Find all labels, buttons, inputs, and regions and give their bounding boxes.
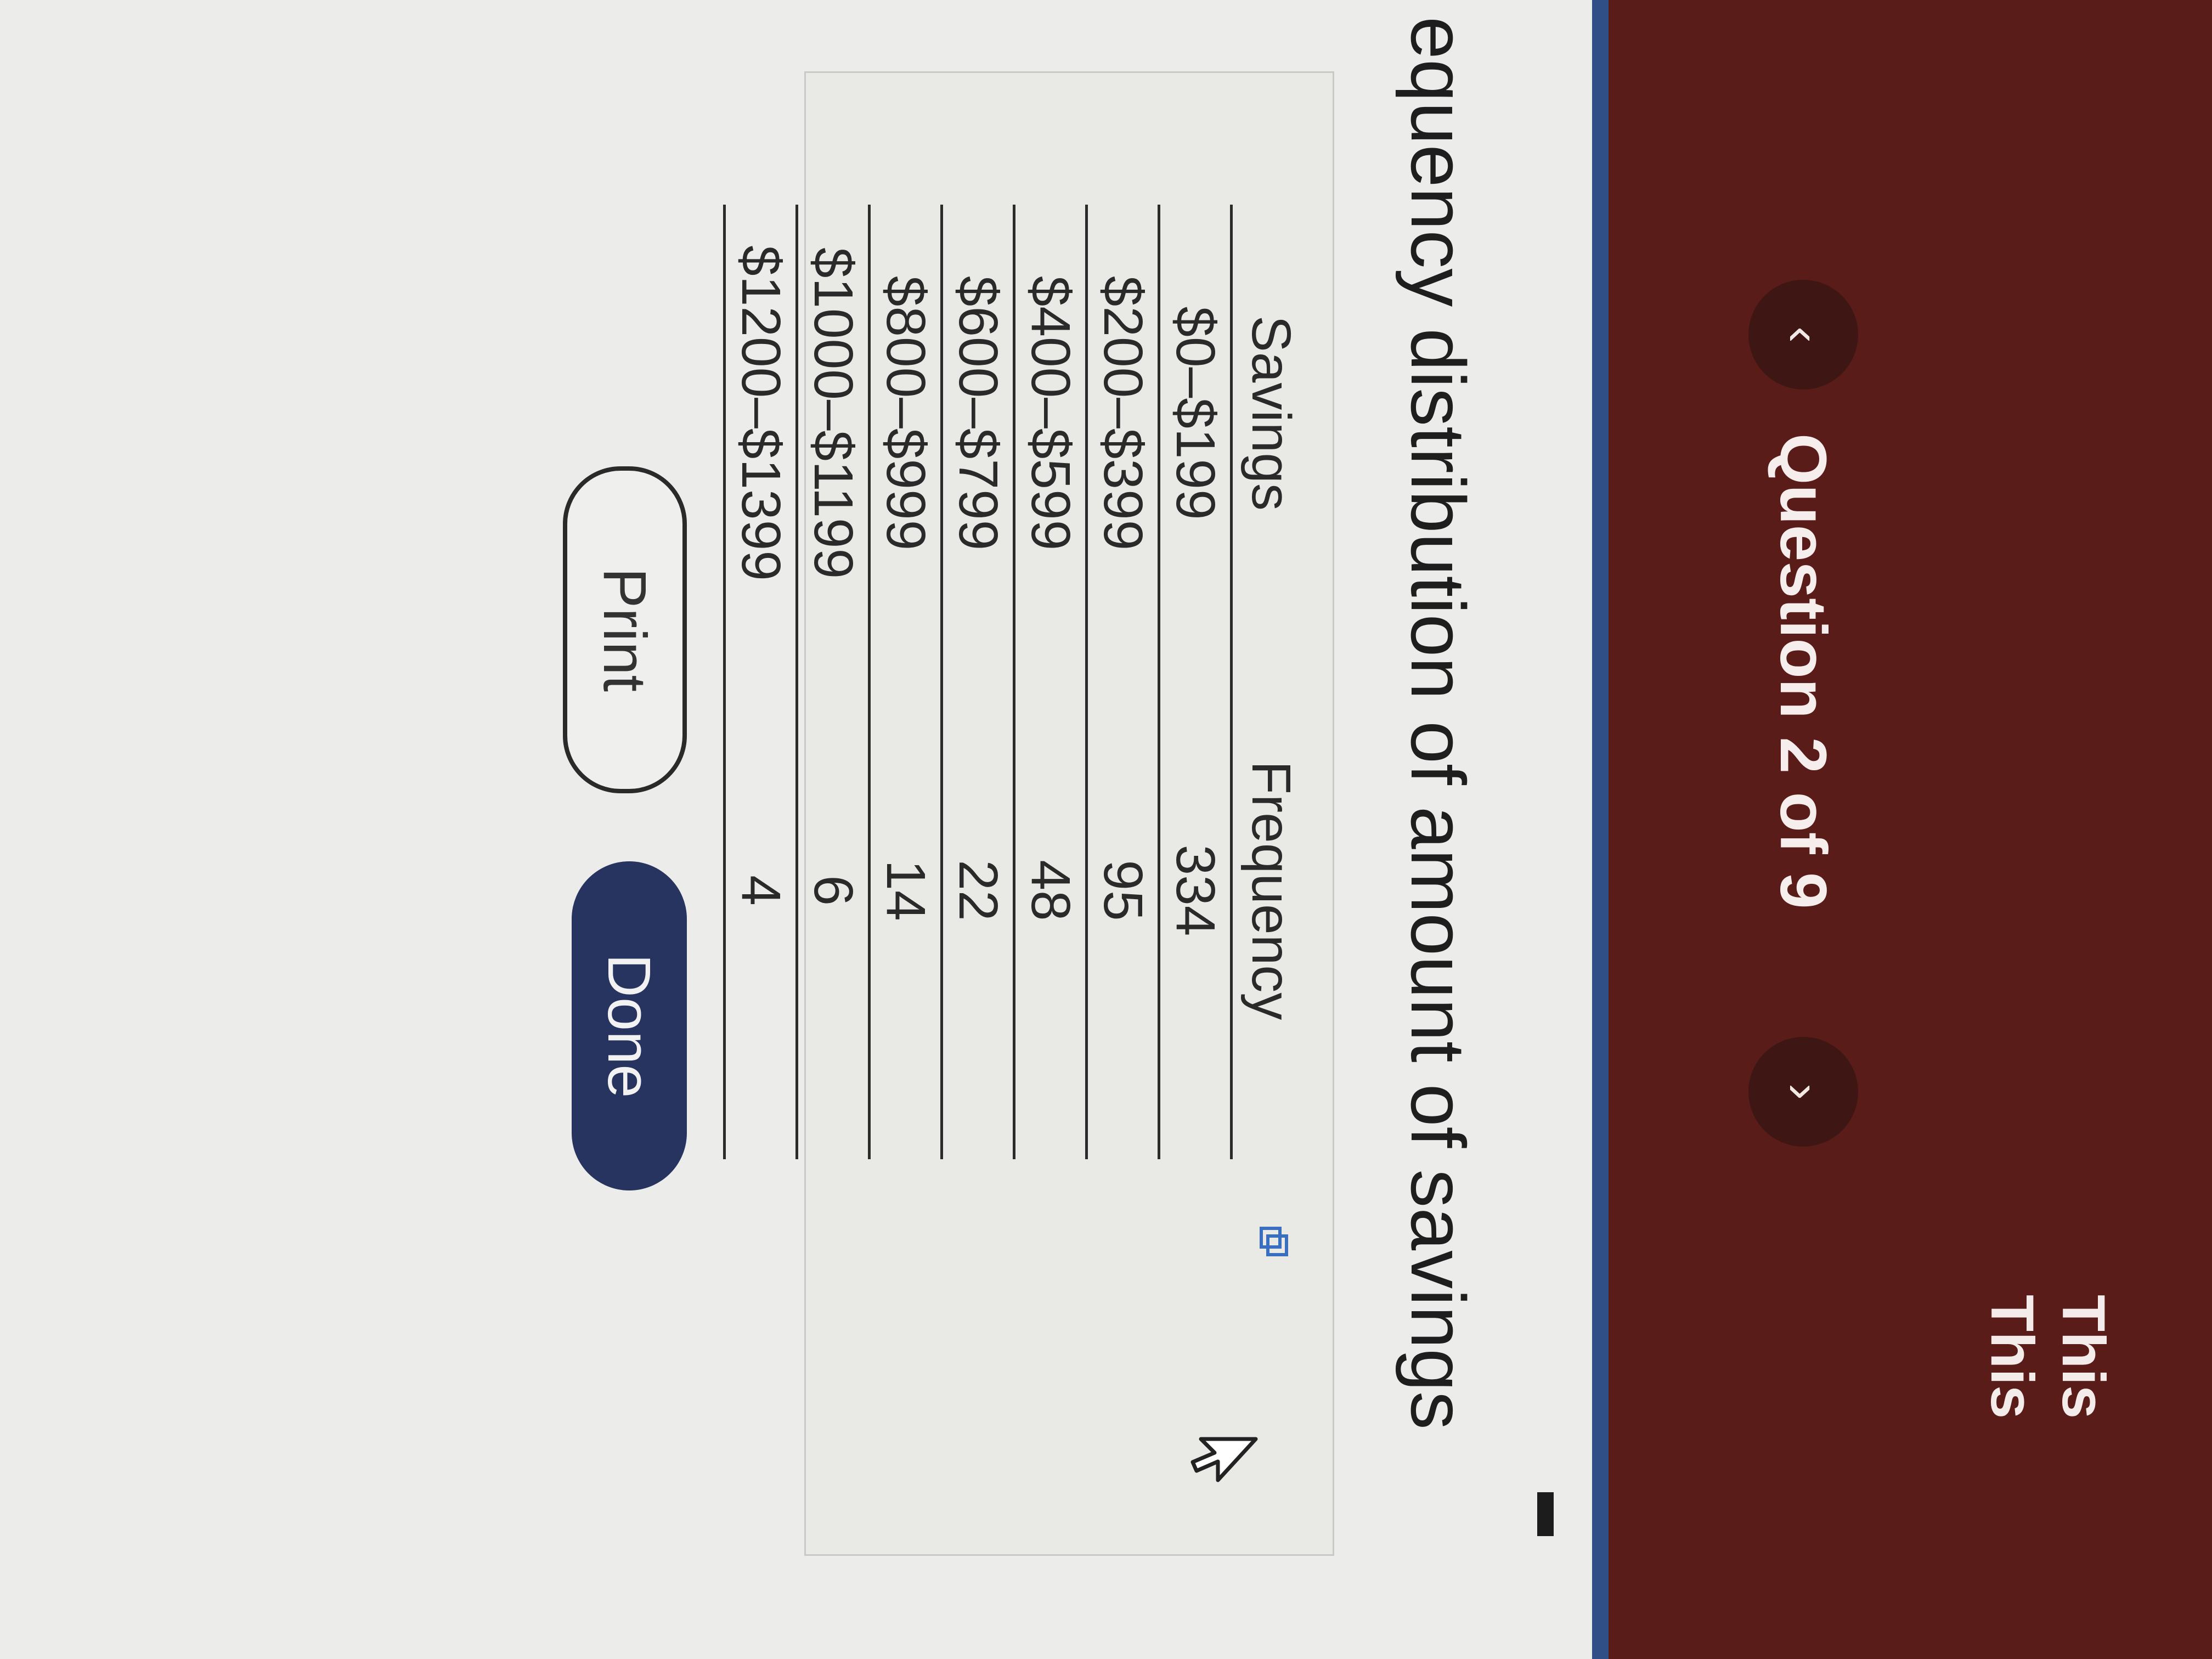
table-row: $800–$999 14 (869, 205, 942, 1159)
savings-cell: $600–$799 (941, 205, 1014, 622)
accent-stripe (1592, 0, 1609, 1659)
savings-column-header: Savings (1231, 205, 1333, 622)
savings-cell: $800–$999 (869, 205, 942, 622)
savings-cell: $1200–$1399 (724, 205, 797, 622)
table-row: $0–$199 334 (1159, 205, 1232, 1159)
frequency-cell: 95 (1086, 622, 1159, 1159)
table-header-row: Savings Frequency (1231, 205, 1333, 1159)
table-panel: Savings Frequency $0–$199 334 $200–$399 … (724, 71, 1334, 1556)
frequency-cell: 14 (869, 622, 942, 1159)
frequency-cell: 22 (941, 622, 1014, 1159)
frequency-column-header: Frequency (1231, 622, 1333, 1159)
header-right-text: This This (1976, 1295, 2119, 1459)
frequency-cell: 48 (1014, 622, 1087, 1159)
frequency-table: Savings Frequency $0–$199 334 $200–$399 … (723, 205, 1333, 1159)
popup-content: equency distribution of amount of saving… (0, 0, 1592, 1659)
table-row: $1200–$1399 4 (724, 205, 797, 1159)
question-nav: ‹ Question 2 of 9 › (1748, 280, 1858, 1212)
table-row: $1000–$1199 6 (797, 205, 870, 1159)
table-row: $400–$599 48 (1014, 205, 1087, 1159)
chevron-left-icon: ‹ (1776, 326, 1831, 343)
header-bar: ‹ Question 2 of 9 › This This (1609, 0, 2212, 1659)
rotated-page: ‹ Question 2 of 9 › This This equency di… (0, 0, 2212, 1659)
table-row: $600–$799 22 (941, 205, 1014, 1159)
frequency-cell: 4 (724, 622, 797, 1159)
page-title: equency distribution of amount of saving… (1395, 16, 1481, 1430)
savings-cell: $1000–$1199 (797, 205, 870, 622)
header-text-line-2: This (1978, 1295, 2046, 1419)
savings-cell: $400–$599 (1014, 205, 1087, 622)
chevron-right-icon: › (1776, 1084, 1831, 1100)
copy-icon[interactable] (1256, 1225, 1289, 1258)
table-row: $200–$399 95 (1086, 205, 1159, 1159)
question-counter: Question 2 of 9 (1767, 433, 1840, 909)
savings-cell: $200–$399 (1086, 205, 1159, 622)
header-text-line-1: This (2050, 1295, 2117, 1419)
cursor-arrow-icon (1190, 1437, 1258, 1482)
print-button[interactable]: Print (563, 466, 687, 793)
next-question-button[interactable]: › (1748, 1037, 1858, 1147)
minimize-icon[interactable] (1537, 1492, 1554, 1536)
savings-cell: $0–$199 (1159, 205, 1232, 622)
frequency-cell: 334 (1159, 622, 1232, 1159)
previous-question-button[interactable]: ‹ (1748, 280, 1858, 390)
frequency-cell: 6 (797, 622, 870, 1159)
done-button[interactable]: Done (572, 861, 687, 1190)
